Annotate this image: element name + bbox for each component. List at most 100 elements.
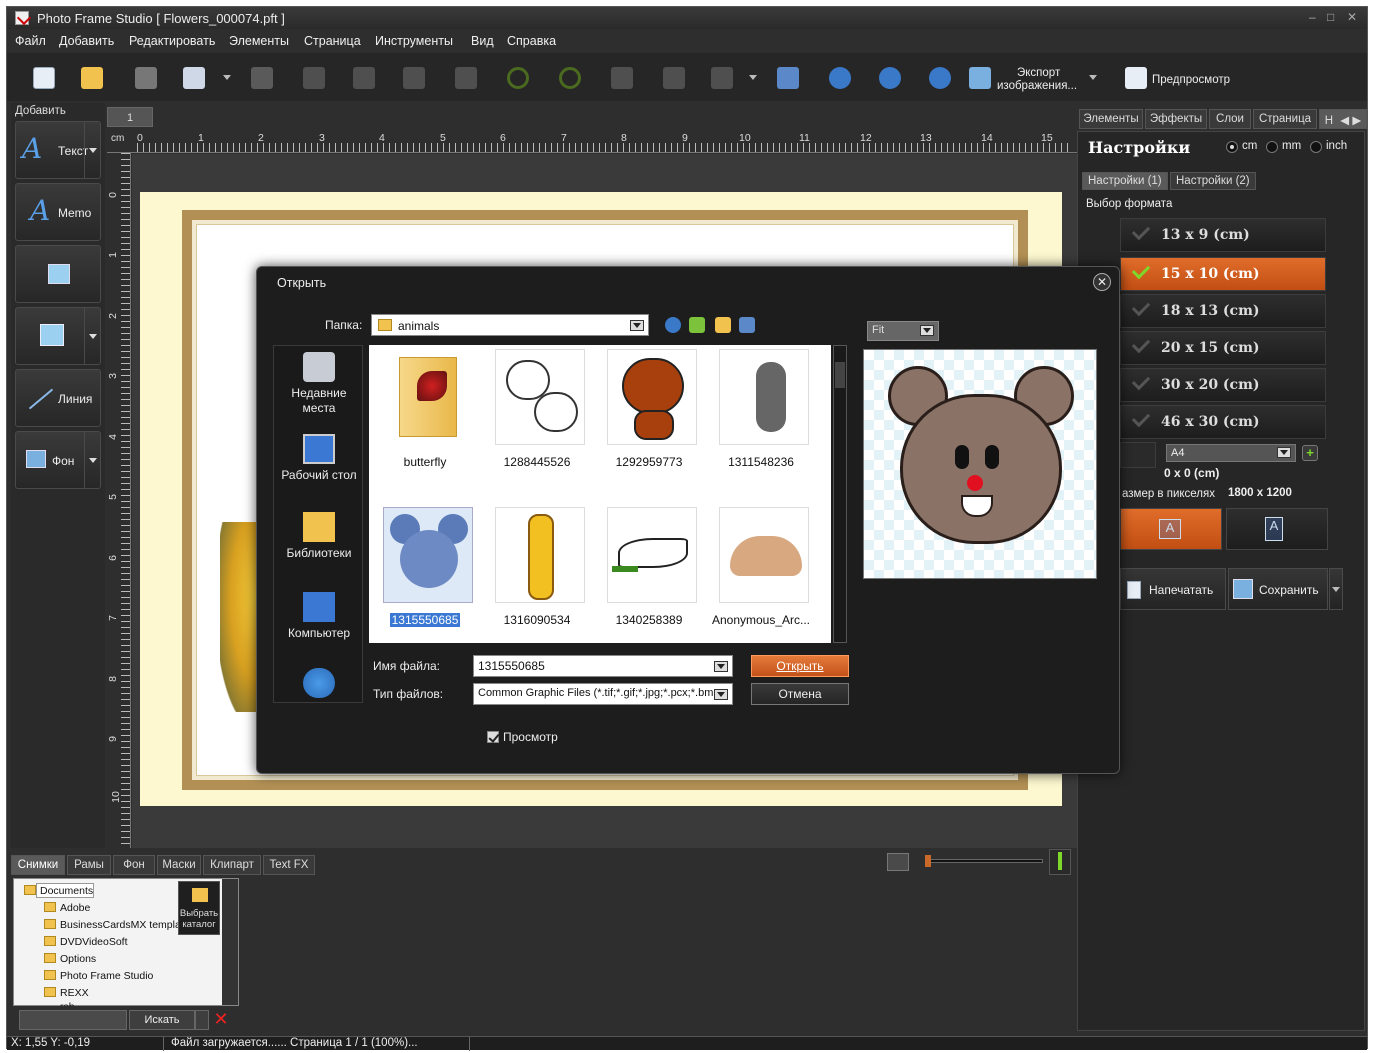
place-desktop[interactable]: Рабочий стол (274, 434, 364, 483)
tree-scrollbar[interactable] (222, 879, 238, 1005)
tab-frames[interactable]: Рамы (67, 855, 111, 875)
portrait-button[interactable]: A (1226, 508, 1328, 550)
tab-layers[interactable]: Слои (1209, 109, 1251, 129)
new-document-icon[interactable] (33, 67, 55, 89)
tree-item[interactable]: Options (60, 953, 96, 965)
tree-item[interactable]: Adobe (60, 902, 90, 914)
tab-clipart[interactable]: Клипарт (203, 855, 261, 875)
menu-help[interactable]: Справка (507, 34, 556, 48)
menu-view[interactable]: Вид (471, 34, 494, 48)
search-button[interactable]: Искать (129, 1010, 195, 1030)
file-item[interactable]: 1340258389 (593, 503, 705, 643)
print-button[interactable]: Напечатать (1120, 568, 1226, 610)
scrollbar-thumb[interactable] (835, 362, 845, 388)
add-page-icon[interactable] (183, 67, 205, 89)
tab-settings-2[interactable]: Настройки (2) (1170, 172, 1256, 190)
tab-settings[interactable]: Н ◀ ▶ (1319, 109, 1367, 129)
place-network[interactable] (274, 668, 364, 702)
custom-format-check[interactable] (1120, 442, 1156, 468)
zoom-out-icon[interactable] (879, 67, 901, 89)
tree-item[interactable]: rsb (60, 1001, 75, 1006)
page-tab[interactable]: 1 (107, 107, 153, 127)
add-line-button[interactable]: Линия (15, 369, 101, 427)
menu-edit[interactable]: Редактировать (129, 34, 215, 48)
text-dropdown-button[interactable] (84, 122, 100, 178)
tree-item[interactable]: REXX (60, 987, 89, 999)
add-shape-button[interactable] (15, 307, 101, 365)
format-option[interactable]: 18 x 13 (cm) (1120, 294, 1326, 328)
file-item[interactable]: 1288445526 (481, 345, 593, 485)
thumbnail-view-icon[interactable] (887, 853, 909, 871)
minimize-button[interactable]: – (1309, 10, 1316, 24)
format-option-selected[interactable]: 15 x 10 (cm) (1120, 257, 1326, 291)
menu-file[interactable]: Файл (15, 34, 46, 48)
layer-up-icon[interactable] (303, 67, 325, 89)
back-icon[interactable] (665, 317, 681, 333)
export-label-2[interactable]: изображения... (997, 80, 1077, 92)
redo-icon[interactable] (559, 67, 581, 89)
add-image-button[interactable] (15, 245, 101, 303)
place-recent[interactable]: Недавние места (274, 352, 364, 416)
file-list[interactable]: butterfly 1288445526 1292959773 13115482… (369, 345, 831, 643)
export-dropdown-icon[interactable] (1089, 75, 1097, 80)
maximize-button[interactable]: □ (1327, 10, 1334, 24)
tree-item[interactable]: Photo Frame Studio (60, 970, 153, 982)
undo-icon[interactable] (507, 67, 529, 89)
unit-cm-radio[interactable] (1226, 141, 1238, 153)
copy-icon[interactable] (611, 67, 633, 89)
shape-dropdown-button[interactable] (84, 308, 100, 364)
zoom-actual-icon[interactable] (929, 67, 951, 89)
format-option[interactable]: 30 x 20 (cm) (1120, 368, 1326, 402)
close-window-button[interactable]: ✕ (1347, 10, 1357, 24)
search-input[interactable] (19, 1010, 127, 1030)
new-folder-icon[interactable] (715, 317, 731, 333)
pick-directory-button[interactable]: Выбрать каталог (178, 881, 220, 935)
file-list-scrollbar[interactable] (833, 345, 847, 643)
tab-elements[interactable]: Элементы (1079, 109, 1143, 129)
slider-handle[interactable] (925, 855, 931, 867)
tab-page[interactable]: Страница (1253, 109, 1317, 129)
tab-masks[interactable]: Маски (157, 855, 201, 875)
tab-settings-1[interactable]: Настройки (1) (1082, 172, 1168, 190)
format-option[interactable]: 13 x 9 (cm) (1120, 218, 1326, 252)
tree-item[interactable]: DVDVideoSoft (60, 936, 128, 948)
export-image-icon[interactable] (969, 67, 991, 89)
file-item-selected[interactable]: 1315550685 (369, 503, 481, 643)
tab-scroll-right-icon[interactable]: ▶ (1352, 115, 1361, 127)
tab-textfx[interactable]: Text FX (263, 855, 315, 875)
align-dropdown-icon[interactable] (749, 75, 757, 80)
export-label-1[interactable]: Экспорт (1017, 67, 1060, 79)
bring-front-icon[interactable] (403, 67, 425, 89)
menu-add[interactable]: Добавить (59, 34, 114, 48)
format-option[interactable]: 46 x 30 (cm) (1120, 405, 1326, 439)
layer-down-icon[interactable] (353, 67, 375, 89)
view-menu-icon[interactable] (739, 317, 755, 333)
clear-search-icon[interactable]: ✕ (211, 1009, 231, 1029)
paste-icon[interactable] (663, 67, 685, 89)
tab-effects[interactable]: Эффекты (1145, 109, 1207, 129)
add-background-button[interactable]: Фон (15, 431, 101, 489)
cancel-button[interactable]: Отмена (751, 683, 849, 705)
folder-tree[interactable]: Documents Adobe BusinessCardsMX templat … (13, 878, 239, 1006)
unit-inch-radio[interactable] (1310, 141, 1322, 153)
sort-icon[interactable] (1049, 849, 1071, 875)
open-button[interactable]: Открыть (751, 655, 849, 677)
send-back-icon[interactable] (455, 67, 477, 89)
file-item[interactable]: butterfly (369, 345, 481, 485)
filetype-select[interactable]: Common Graphic Files (*.tif;*.gif;*.jpg;… (473, 683, 733, 705)
folder-select[interactable]: animals (371, 314, 649, 336)
unit-mm-radio[interactable] (1266, 141, 1278, 153)
place-libraries[interactable]: Библиотеки (274, 512, 364, 561)
tree-item[interactable]: BusinessCardsMX templat (60, 919, 184, 931)
file-item[interactable]: 1316090534 (481, 503, 593, 643)
align-icon[interactable] (711, 67, 733, 89)
zoom-in-icon[interactable] (829, 67, 851, 89)
menu-page[interactable]: Страница (304, 34, 361, 48)
search-dropdown-button[interactable] (195, 1010, 209, 1030)
tab-snapshots[interactable]: Снимки (11, 855, 65, 875)
save-dropdown-button[interactable] (1329, 568, 1343, 610)
save-icon[interactable] (135, 67, 157, 89)
zoom-fit-icon[interactable] (777, 67, 799, 89)
place-computer[interactable]: Компьютер (274, 592, 364, 641)
file-item[interactable]: Anonymous_Arc... (705, 503, 817, 643)
